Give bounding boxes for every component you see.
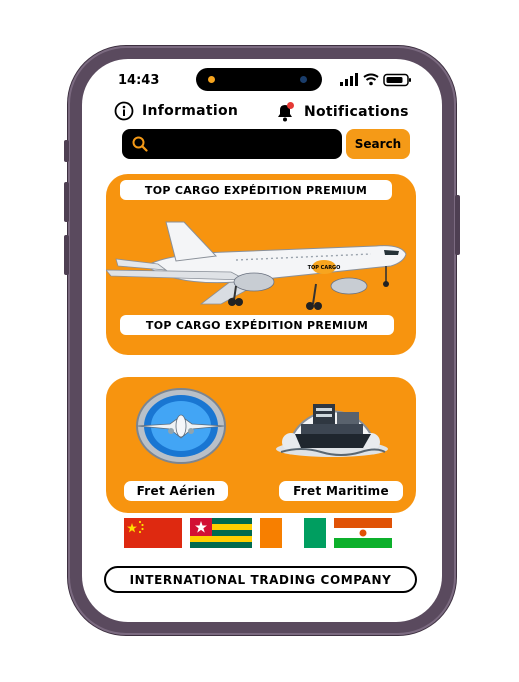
battery-icon [383, 73, 411, 87]
search-button[interactable]: Search [346, 129, 410, 159]
wifi-icon [363, 73, 379, 86]
lock-indicator-icon [208, 76, 215, 83]
cargo-ship-icon [276, 404, 388, 457]
banner-title-top: TOP CARGO EXPÉDITION PREMIUM [120, 180, 392, 200]
dynamic-island [196, 68, 322, 91]
services-card: Fret Aérien Fret Maritime [106, 377, 416, 513]
status-time: 14:43 [118, 73, 160, 88]
company-button[interactable]: INTERNATIONAL TRADING COMPANY [104, 566, 417, 593]
phone-mute-switch [64, 140, 69, 162]
search-input[interactable] [122, 129, 342, 159]
bell-icon [278, 102, 294, 122]
air-freight-button[interactable]: Fret Aérien [106, 377, 261, 513]
cargo-banner[interactable]: TOP CARGO EXPÉDITION PREMIUM TOP CARGO T… [106, 174, 416, 355]
sea-freight-label: Fret Maritime [279, 481, 403, 501]
phone-power-button [455, 195, 460, 255]
china-flag-icon [124, 518, 182, 548]
phone-screen: 14:43 Information Notifications Search T… [82, 59, 442, 622]
niger-flag-icon [334, 518, 392, 548]
camera-icon [300, 76, 307, 83]
information-label: Information [142, 103, 239, 119]
information-link[interactable]: Information [114, 101, 238, 121]
phone-volume-up [64, 182, 69, 222]
togo-flag-icon [190, 518, 252, 548]
status-icons [340, 72, 416, 87]
info-icon [114, 101, 134, 121]
signal-icon [340, 73, 358, 86]
phone-volume-down [64, 235, 69, 275]
notifications-link[interactable]: Notifications [274, 101, 409, 123]
cote-divoire-flag-icon [260, 518, 326, 548]
air-freight-label: Fret Aérien [124, 481, 228, 501]
cargo-plane-image: TOP CARGO [106, 221, 407, 310]
sea-freight-button[interactable]: Fret Maritime [261, 377, 416, 513]
search-icon [132, 136, 148, 152]
airplane-globe-icon [136, 388, 226, 464]
notifications-label: Notifications [304, 104, 409, 120]
banner-title-bottom: TOP CARGO EXPÉDITION PREMIUM [120, 315, 394, 335]
plane-logo-text: TOP CARGO [308, 265, 341, 271]
